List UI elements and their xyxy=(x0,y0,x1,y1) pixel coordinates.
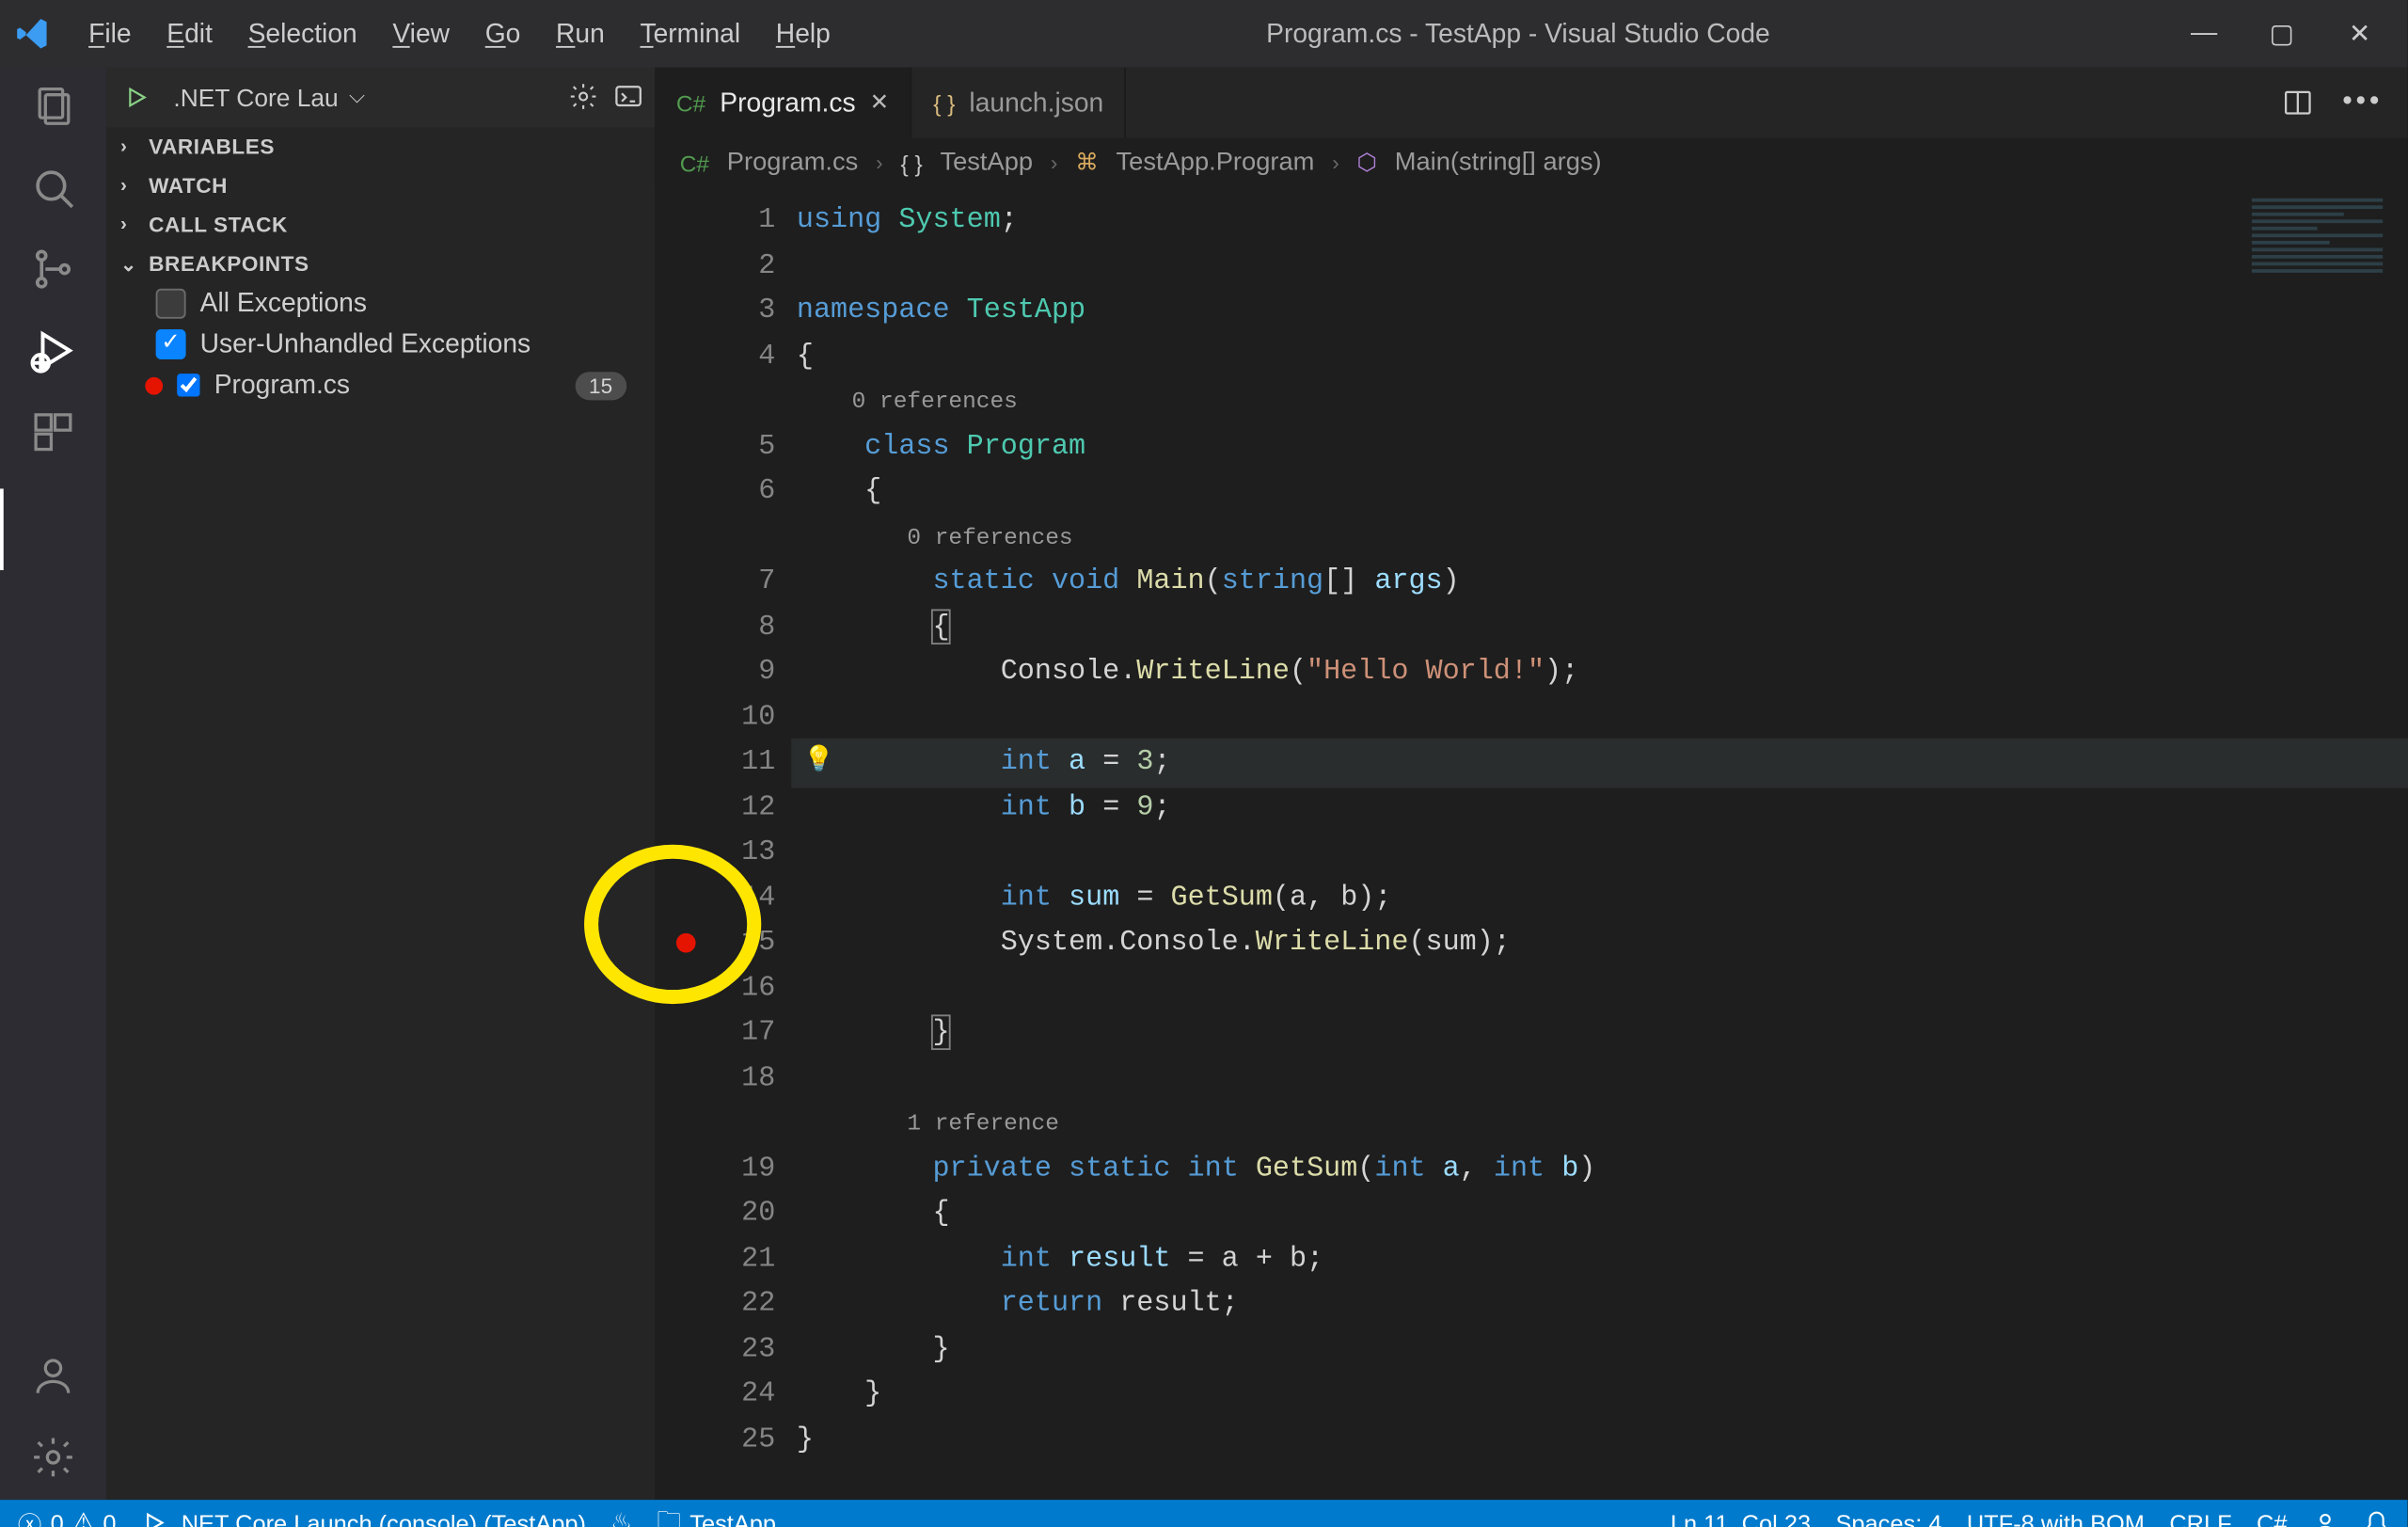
code-content[interactable]: using System; namespace TestApp { 0 refe… xyxy=(793,187,2407,1500)
menu-help[interactable]: Help xyxy=(758,11,848,56)
menu-run[interactable]: Run xyxy=(538,11,622,56)
status-eol[interactable]: CRLF xyxy=(2169,1509,2231,1527)
breakpoint-marker-icon[interactable] xyxy=(676,933,696,953)
extensions-icon[interactable] xyxy=(28,407,78,457)
status-feedback-icon[interactable] xyxy=(2312,1509,2338,1527)
debug-side-panel: .NET Core Lau ⌵ ›VARIABLES ›WATCH ›CALL … xyxy=(106,68,655,1501)
minimap[interactable] xyxy=(2242,187,2394,329)
status-spaces[interactable]: Spaces: 4 xyxy=(1835,1509,1941,1527)
lightbulb-icon[interactable]: 💡 xyxy=(803,740,834,786)
minimize-icon[interactable]: ― xyxy=(2188,18,2220,50)
bp-all-exceptions[interactable]: All Exceptions xyxy=(106,283,655,324)
status-fire-icon[interactable]: ♨ xyxy=(610,1508,632,1527)
settings-gear-icon[interactable] xyxy=(28,1433,78,1483)
debug-console-icon[interactable] xyxy=(612,81,644,113)
json-file-icon: { } xyxy=(933,89,955,116)
activity-bar xyxy=(0,68,106,1501)
bp-all-exceptions-checkbox[interactable] xyxy=(156,289,186,319)
namespace-icon: { } xyxy=(900,150,922,176)
csharp-file-icon: C# xyxy=(680,150,709,176)
section-watch[interactable]: ›WATCH xyxy=(106,167,655,205)
menu-edit[interactable]: Edit xyxy=(149,11,230,56)
menu-selection[interactable]: Selection xyxy=(230,11,375,56)
section-callstack[interactable]: ›CALL STACK xyxy=(106,205,655,244)
breakpoint-dot-icon xyxy=(145,376,163,394)
bp-user-unhandled[interactable]: User-Unhandled Exceptions xyxy=(106,324,655,364)
menu-file[interactable]: File xyxy=(71,11,149,56)
codelens-class[interactable]: 0 references xyxy=(852,388,1018,414)
run-debug-icon[interactable] xyxy=(28,326,78,375)
close-tab-icon[interactable]: ✕ xyxy=(870,88,890,117)
maximize-icon[interactable]: ▢ xyxy=(2266,18,2298,50)
menu-terminal[interactable]: Terminal xyxy=(623,11,758,56)
codelens-main[interactable]: 0 references xyxy=(907,523,1072,549)
tab-program-cs[interactable]: C# Program.cs ✕ xyxy=(655,68,911,138)
vscode-logo-icon xyxy=(14,16,50,52)
search-icon[interactable] xyxy=(28,163,78,213)
explorer-icon[interactable] xyxy=(28,82,78,132)
chevron-down-icon: ⌵ xyxy=(349,83,365,109)
warning-icon: ⚠ xyxy=(72,1508,94,1527)
split-editor-icon[interactable] xyxy=(2282,87,2314,119)
class-icon: ⌘ xyxy=(1075,149,1098,177)
bp-line-badge: 15 xyxy=(575,371,626,399)
bp-user-unhandled-checkbox[interactable] xyxy=(156,329,186,359)
debug-icon xyxy=(141,1510,166,1527)
window-title: Program.cs - TestApp - Visual Studio Cod… xyxy=(848,19,2188,49)
breadcrumbs[interactable]: C# Program.cs › { } TestApp › ⌘ TestApp.… xyxy=(655,138,2407,188)
bp-file-checkbox[interactable] xyxy=(177,374,199,396)
status-bar: ⓧ0 ⚠0 .NET Core Launch (console) (TestAp… xyxy=(0,1500,2408,1527)
bp-file-entry[interactable]: Program.cs 15 xyxy=(106,365,655,406)
editor-tabs: C# Program.cs ✕ { } launch.json ••• xyxy=(655,68,2407,138)
status-debug-target[interactable]: .NET Core Launch (console) (TestApp) xyxy=(141,1509,586,1527)
codelens-getsum[interactable]: 1 reference xyxy=(907,1110,1059,1137)
status-encoding[interactable]: UTF-8 with BOM xyxy=(1967,1509,2145,1527)
method-icon: ⬡ xyxy=(1357,149,1377,177)
debug-toolbar: .NET Core Lau ⌵ xyxy=(106,68,655,128)
close-icon[interactable]: ✕ xyxy=(2344,18,2376,50)
status-language[interactable]: C# xyxy=(2257,1509,2287,1527)
line-number-gutter[interactable]: 1 2 3 4 5 6 7 8 9 10 11 12 13 14 15 16 1… xyxy=(655,187,793,1500)
status-folder[interactable]: 🗀 TestApp xyxy=(657,1503,776,1527)
section-breakpoints[interactable]: ⌄BREAKPOINTS xyxy=(106,245,655,283)
error-icon: ⓧ xyxy=(18,1505,41,1527)
section-variables[interactable]: ›VARIABLES xyxy=(106,128,655,167)
more-actions-icon[interactable]: ••• xyxy=(2342,87,2383,119)
folder-icon: 🗀 xyxy=(657,1503,680,1527)
start-debug-icon[interactable] xyxy=(124,84,149,108)
accounts-icon[interactable] xyxy=(28,1351,78,1401)
tab-launch-json[interactable]: { } launch.json xyxy=(912,68,1127,138)
debug-config-name: .NET Core Lau xyxy=(173,83,338,111)
code-editor[interactable]: 1 2 3 4 5 6 7 8 9 10 11 12 13 14 15 16 1… xyxy=(655,187,2407,1500)
title-bar: File Edit Selection View Go Run Terminal… xyxy=(0,0,2408,68)
editor-area: C# Program.cs ✕ { } launch.json ••• C# P… xyxy=(655,68,2407,1501)
main-menu: File Edit Selection View Go Run Terminal… xyxy=(71,11,848,56)
csharp-file-icon: C# xyxy=(676,89,705,116)
status-problems[interactable]: ⓧ0 ⚠0 xyxy=(18,1505,117,1527)
source-control-icon[interactable] xyxy=(28,245,78,294)
flame-icon: ♨ xyxy=(610,1508,632,1527)
debug-settings-icon[interactable] xyxy=(568,82,598,112)
menu-go[interactable]: Go xyxy=(467,11,538,56)
menu-view[interactable]: View xyxy=(375,11,467,56)
status-bell-icon[interactable] xyxy=(2363,1509,2389,1527)
debug-config-dropdown[interactable]: .NET Core Lau ⌵ xyxy=(163,79,554,115)
status-cursor[interactable]: Ln 11, Col 23 xyxy=(1671,1509,1811,1527)
